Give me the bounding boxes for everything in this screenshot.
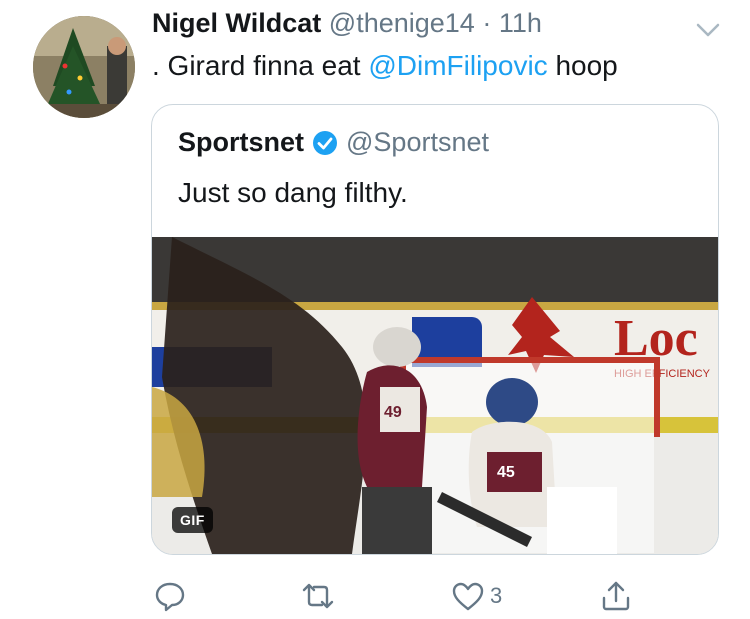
- tweet-header: Nigel Wildcat @thenige14 · 11h: [152, 8, 542, 39]
- gif-media[interactable]: Loc HIGH EFFICIENCY 49 45 GIF: [152, 237, 718, 554]
- avatar-image: [33, 16, 135, 118]
- chevron-down-icon[interactable]: [693, 18, 723, 42]
- quoted-tweet-text: Just so dang filthy.: [178, 177, 408, 208]
- tweet-text-before: . Girard finna eat: [152, 50, 369, 81]
- tweet-text-after: hoop: [547, 50, 618, 81]
- like-button[interactable]: 3: [450, 576, 502, 616]
- retweet-button[interactable]: [300, 576, 340, 616]
- author-handle[interactable]: @thenige14: [329, 8, 475, 38]
- avatar[interactable]: [33, 16, 135, 118]
- gif-badge: GIF: [172, 507, 213, 533]
- quoted-tweet-header: Sportsnet @Sportsnet: [178, 127, 489, 158]
- jersey-number-1: 49: [384, 404, 402, 421]
- mention-link[interactable]: @DimFilipovic: [368, 50, 547, 81]
- tweet-text: . Girard finna eat @DimFilipovic hoop: [152, 50, 618, 82]
- verified-badge-icon: [313, 130, 338, 155]
- share-icon: [602, 581, 630, 611]
- author-name[interactable]: Nigel Wildcat: [152, 8, 321, 38]
- reply-button[interactable]: [152, 576, 192, 616]
- heart-icon: [452, 582, 484, 611]
- quoted-author-handle[interactable]: @Sportsnet: [346, 127, 489, 158]
- jersey-number-2: 45: [497, 464, 515, 481]
- timestamp[interactable]: 11h: [499, 8, 542, 38]
- retweet-icon: [302, 583, 334, 609]
- reply-icon: [155, 582, 185, 612]
- separator-dot: ·: [482, 8, 492, 38]
- share-button[interactable]: [598, 576, 634, 616]
- tweet-actions: 3: [0, 576, 750, 616]
- quoted-tweet[interactable]: Sportsnet @Sportsnet Just so dang filthy…: [151, 104, 719, 555]
- quoted-author-name[interactable]: Sportsnet: [178, 127, 304, 158]
- like-count: 3: [490, 583, 503, 608]
- hockey-scene-image: Loc HIGH EFFICIENCY 49 45: [152, 237, 718, 554]
